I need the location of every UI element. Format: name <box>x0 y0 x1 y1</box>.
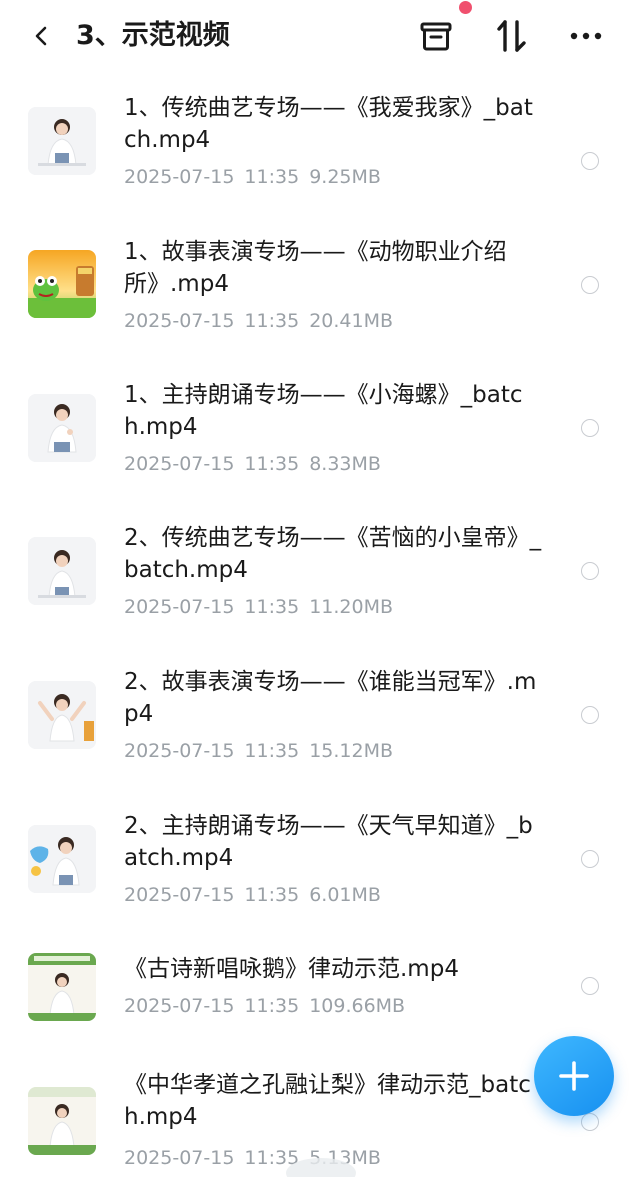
file-size: 109.66MB <box>309 995 406 1017</box>
notification-dot <box>459 1 472 14</box>
top-bar: 3、示范视频 <box>0 0 640 72</box>
file-item[interactable]: 2、传统曲艺专场——《苦恼的小皇帝》_batch.mp4 2025-07-15 1… <box>0 522 640 662</box>
plus-icon <box>559 1061 589 1091</box>
file-meta: 2025-07-15 11:35 109.66MB <box>124 993 405 1019</box>
select-radio[interactable] <box>581 419 599 437</box>
file-time: 11:35 <box>244 884 300 906</box>
file-item[interactable]: 2、故事表演专场——《谁能当冠军》.mp4 2025-07-15 11:35 15.… <box>0 666 640 806</box>
file-date: 2025-07-15 <box>124 310 235 332</box>
page-title: 3、示范视频 <box>76 20 230 51</box>
video-thumbnail <box>28 1087 96 1155</box>
file-meta: 2025-07-15 11:35 11.20MB <box>124 594 393 620</box>
cartoon-frog-icon <box>28 250 96 318</box>
select-radio[interactable] <box>581 850 599 868</box>
video-thumbnail <box>28 825 96 893</box>
file-time: 11:35 <box>244 166 300 188</box>
file-date: 2025-07-15 <box>124 1147 235 1169</box>
file-name: 1、主持朗诵专场——《小海螺》_batch.mp4 <box>124 382 523 440</box>
video-thumbnail <box>28 250 96 318</box>
person-green-banner-icon <box>28 953 96 1021</box>
video-thumbnail <box>28 107 96 175</box>
file-time: 11:35 <box>244 596 300 618</box>
file-date: 2025-07-15 <box>124 166 235 188</box>
file-name: 2、故事表演专场——《谁能当冠军》.mp4 <box>124 669 537 727</box>
video-thumbnail <box>28 394 96 462</box>
file-meta: 2025-07-15 11:35 15.12MB <box>124 738 393 764</box>
file-time: 11:35 <box>244 453 300 475</box>
file-size: 9.25MB <box>309 166 381 188</box>
file-time: 11:35 <box>244 740 300 762</box>
add-button[interactable] <box>534 1036 614 1116</box>
file-name: 《古诗新唱咏鹅》律动示范.mp4 <box>124 956 459 982</box>
file-meta: 2025-07-15 11:35 6.01MB <box>124 882 381 908</box>
file-name: 2、传统曲艺专场——《苦恼的小皇帝》_batch.mp4 <box>124 525 542 583</box>
file-date: 2025-07-15 <box>124 740 235 762</box>
more-dots-icon <box>570 32 602 40</box>
archive-button[interactable] <box>416 16 456 56</box>
video-thumbnail <box>28 953 96 1021</box>
person-weather-art-icon <box>28 825 96 893</box>
select-radio[interactable] <box>581 152 599 170</box>
person-thumbnail-icon <box>28 394 96 462</box>
file-date: 2025-07-15 <box>124 884 235 906</box>
file-meta: 2025-07-15 11:35 20.41MB <box>124 308 393 334</box>
person-thumbnail-icon <box>28 537 96 605</box>
file-name: 1、传统曲艺专场——《我爱我家》_batch.mp4 <box>124 95 533 153</box>
file-date: 2025-07-15 <box>124 453 235 475</box>
file-item[interactable]: 1、传统曲艺专场——《我爱我家》_batch.mp4 2025-07-15 11:… <box>0 92 640 232</box>
file-name: 《中华孝道之孔融让梨》律动示范_batch.mp4 <box>124 1072 531 1130</box>
file-item[interactable]: 2、主持朗诵专场——《天气早知道》_batch.mp4 2025-07-15 11… <box>0 810 640 950</box>
back-button[interactable] <box>24 18 60 54</box>
file-size: 15.12MB <box>309 740 394 762</box>
select-radio[interactable] <box>581 562 599 580</box>
file-item[interactable]: 1、主持朗诵专场——《小海螺》_batch.mp4 2025-07-15 11:3… <box>0 379 640 519</box>
file-size: 20.41MB <box>309 310 394 332</box>
person-arms-raised-icon <box>28 681 96 749</box>
file-browser-screen: 3、示范视频 1、传统曲艺专场——《我爱我家》_batch.mp4 2025-0… <box>0 0 640 1177</box>
select-radio[interactable] <box>581 276 599 294</box>
select-radio[interactable] <box>581 977 599 995</box>
back-arrow-icon <box>35 26 47 46</box>
sort-button[interactable] <box>492 16 532 56</box>
file-date: 2025-07-15 <box>124 995 235 1017</box>
file-size: 8.33MB <box>309 453 381 475</box>
archive-box-icon <box>420 22 452 51</box>
video-thumbnail <box>28 537 96 605</box>
file-date: 2025-07-15 <box>124 596 235 618</box>
person-green-banner-icon <box>28 1087 96 1155</box>
select-radio[interactable] <box>581 706 599 724</box>
file-time: 11:35 <box>244 310 300 332</box>
file-name: 1、故事表演专场——《动物职业介绍所》.mp4 <box>124 239 507 297</box>
select-radio[interactable] <box>581 1113 599 1131</box>
file-meta: 2025-07-15 11:35 8.33MB <box>124 451 381 477</box>
more-button[interactable] <box>566 16 606 56</box>
file-name: 2、主持朗诵专场——《天气早知道》_batch.mp4 <box>124 813 533 871</box>
person-thumbnail-icon <box>28 107 96 175</box>
file-meta: 2025-07-15 11:35 9.25MB <box>124 164 381 190</box>
sort-arrows-icon <box>497 20 526 52</box>
video-thumbnail <box>28 681 96 749</box>
file-time: 11:35 <box>244 995 300 1017</box>
file-item[interactable]: 1、故事表演专场——《动物职业介绍所》.mp4 2025-07-15 11:35 2… <box>0 236 640 376</box>
file-size: 6.01MB <box>309 884 381 906</box>
file-size: 11.20MB <box>309 596 394 618</box>
